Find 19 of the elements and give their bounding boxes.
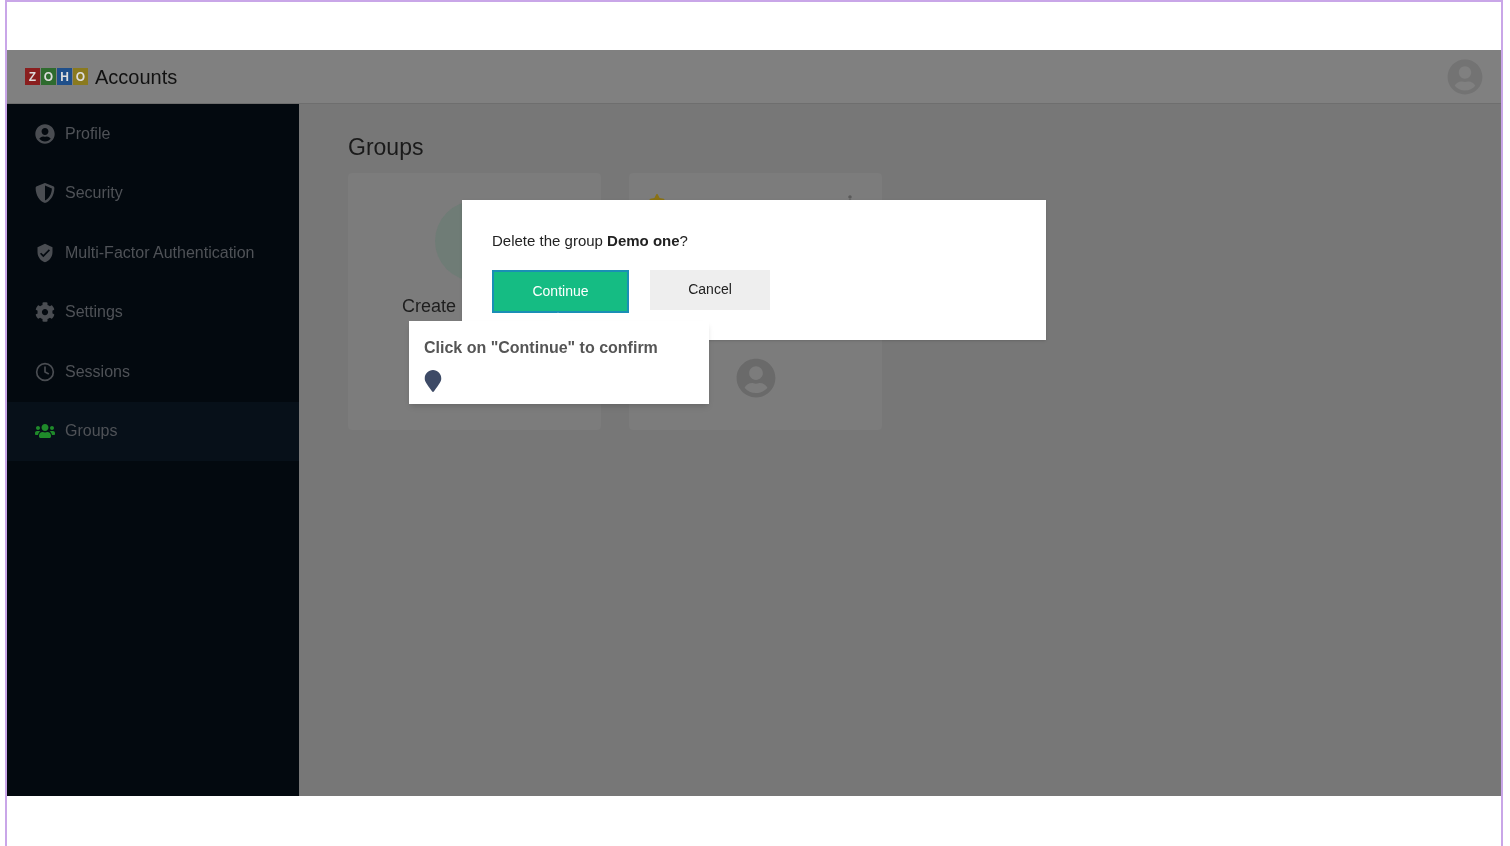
- sidebar-item[interactable]: Multi-Factor Authentication: [7, 223, 299, 283]
- shield-icon: [35, 183, 55, 204]
- map-pin-icon: [424, 370, 442, 392]
- gear-icon: [35, 302, 55, 323]
- sidebar-item[interactable]: Settings: [7, 282, 299, 342]
- create-group-label: Create: [402, 294, 457, 318]
- continue-button[interactable]: Continue: [492, 269, 629, 313]
- sidebar-item[interactable]: Profile: [7, 104, 299, 164]
- logo[interactable]: Z O H O: [25, 68, 89, 85]
- sidebar-item[interactable]: Security: [7, 163, 299, 223]
- dialog-message: Delete the group Demo one?: [492, 231, 689, 251]
- sidebar-item[interactable]: Groups: [7, 401, 299, 461]
- sidebar-item[interactable]: Sessions: [7, 342, 299, 402]
- app-title: Accounts: [95, 64, 178, 90]
- tooltip-text: Click on "Continue" to confirm: [424, 338, 659, 358]
- cancel-button[interactable]: Cancel: [650, 269, 770, 310]
- clock-icon: [35, 361, 55, 382]
- shield-check-icon: [35, 242, 55, 263]
- page-title: Groups: [348, 133, 425, 162]
